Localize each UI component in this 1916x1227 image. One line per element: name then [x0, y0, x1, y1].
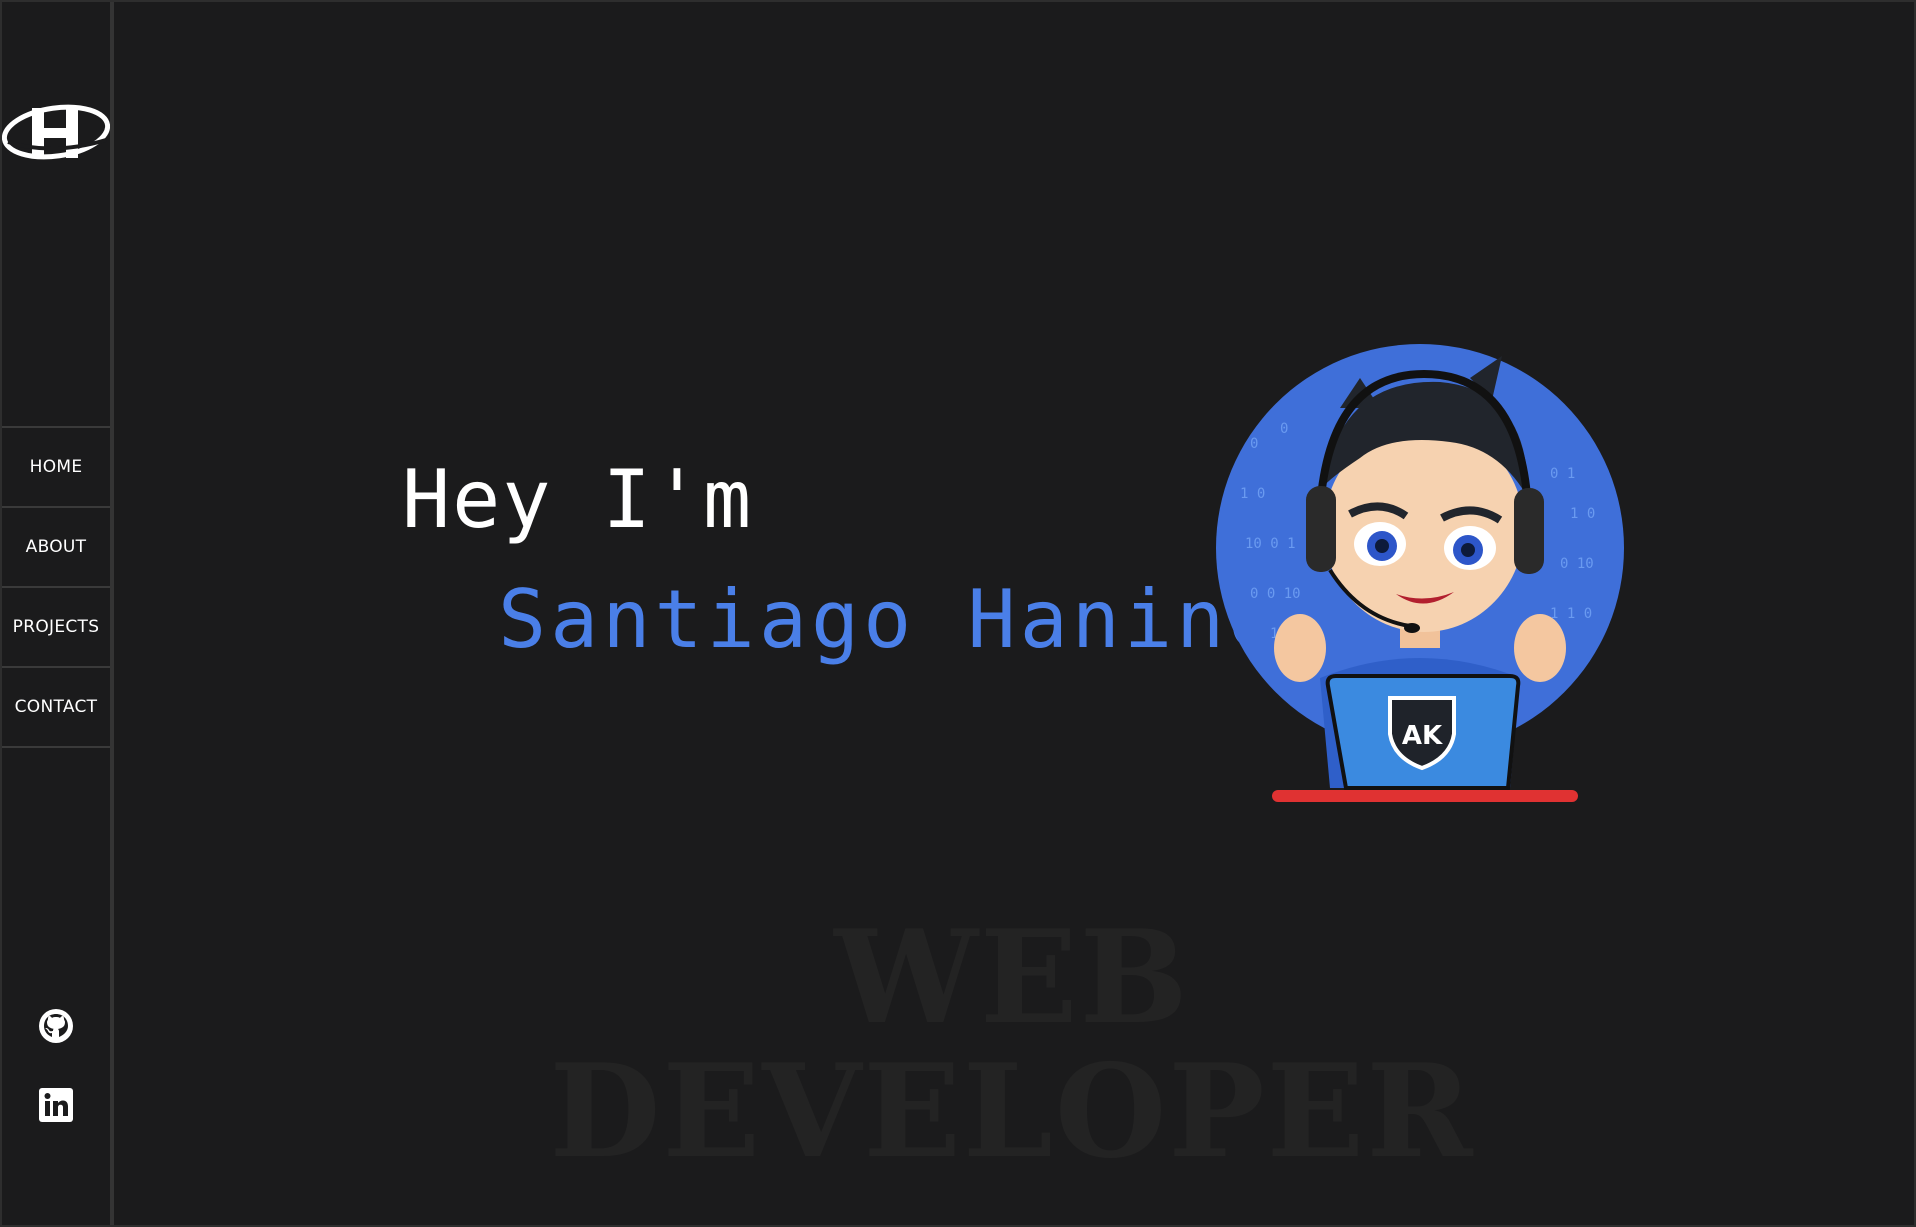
github-link[interactable]: [2, 1008, 110, 1044]
watermark-line-1: WEB: [834, 903, 1190, 1053]
github-icon: [39, 1009, 73, 1043]
greeting-text: Hey I'm: [402, 453, 754, 546]
svg-text:10 0 1: 10 0 1: [1245, 536, 1296, 552]
developer-avatar-image: 00 1 010 0 1 0 0 1010 1 0 11 0 0 101 1 0: [1210, 338, 1630, 814]
svg-text:0: 0: [1280, 421, 1288, 437]
nav-about[interactable]: ABOUT: [2, 508, 110, 588]
svg-text:0 10: 0 10: [1560, 556, 1594, 572]
page-frame: WEB DEVELOPER HOME ABOUT PROJECTS CONTAC…: [0, 0, 1916, 1227]
svg-text:0 0 10: 0 0 10: [1250, 586, 1301, 602]
sh-logo-icon[interactable]: [1, 98, 111, 168]
linkedin-link[interactable]: [2, 1088, 110, 1122]
svg-text:0 1: 0 1: [1550, 466, 1575, 482]
watermark-line-2: DEVELOPER: [549, 1037, 1475, 1187]
avatar-badge-text: AK: [1402, 721, 1443, 751]
svg-text:1 0: 1 0: [1570, 506, 1595, 522]
linkedin-icon: [39, 1088, 73, 1122]
sidebar: HOME ABOUT PROJECTS CONTACT: [1, 2, 114, 1225]
nav-projects[interactable]: PROJECTS: [2, 588, 110, 668]
svg-text:1 0: 1 0: [1240, 486, 1265, 502]
nav-home[interactable]: HOME: [2, 428, 110, 508]
svg-text:0: 0: [1250, 436, 1258, 452]
name-heading: Santiago Hanine: [498, 573, 1281, 666]
main-nav: HOME ABOUT PROJECTS CONTACT: [2, 426, 110, 748]
svg-text:1 1 0: 1 1 0: [1550, 606, 1592, 622]
nav-contact[interactable]: CONTACT: [2, 668, 110, 748]
